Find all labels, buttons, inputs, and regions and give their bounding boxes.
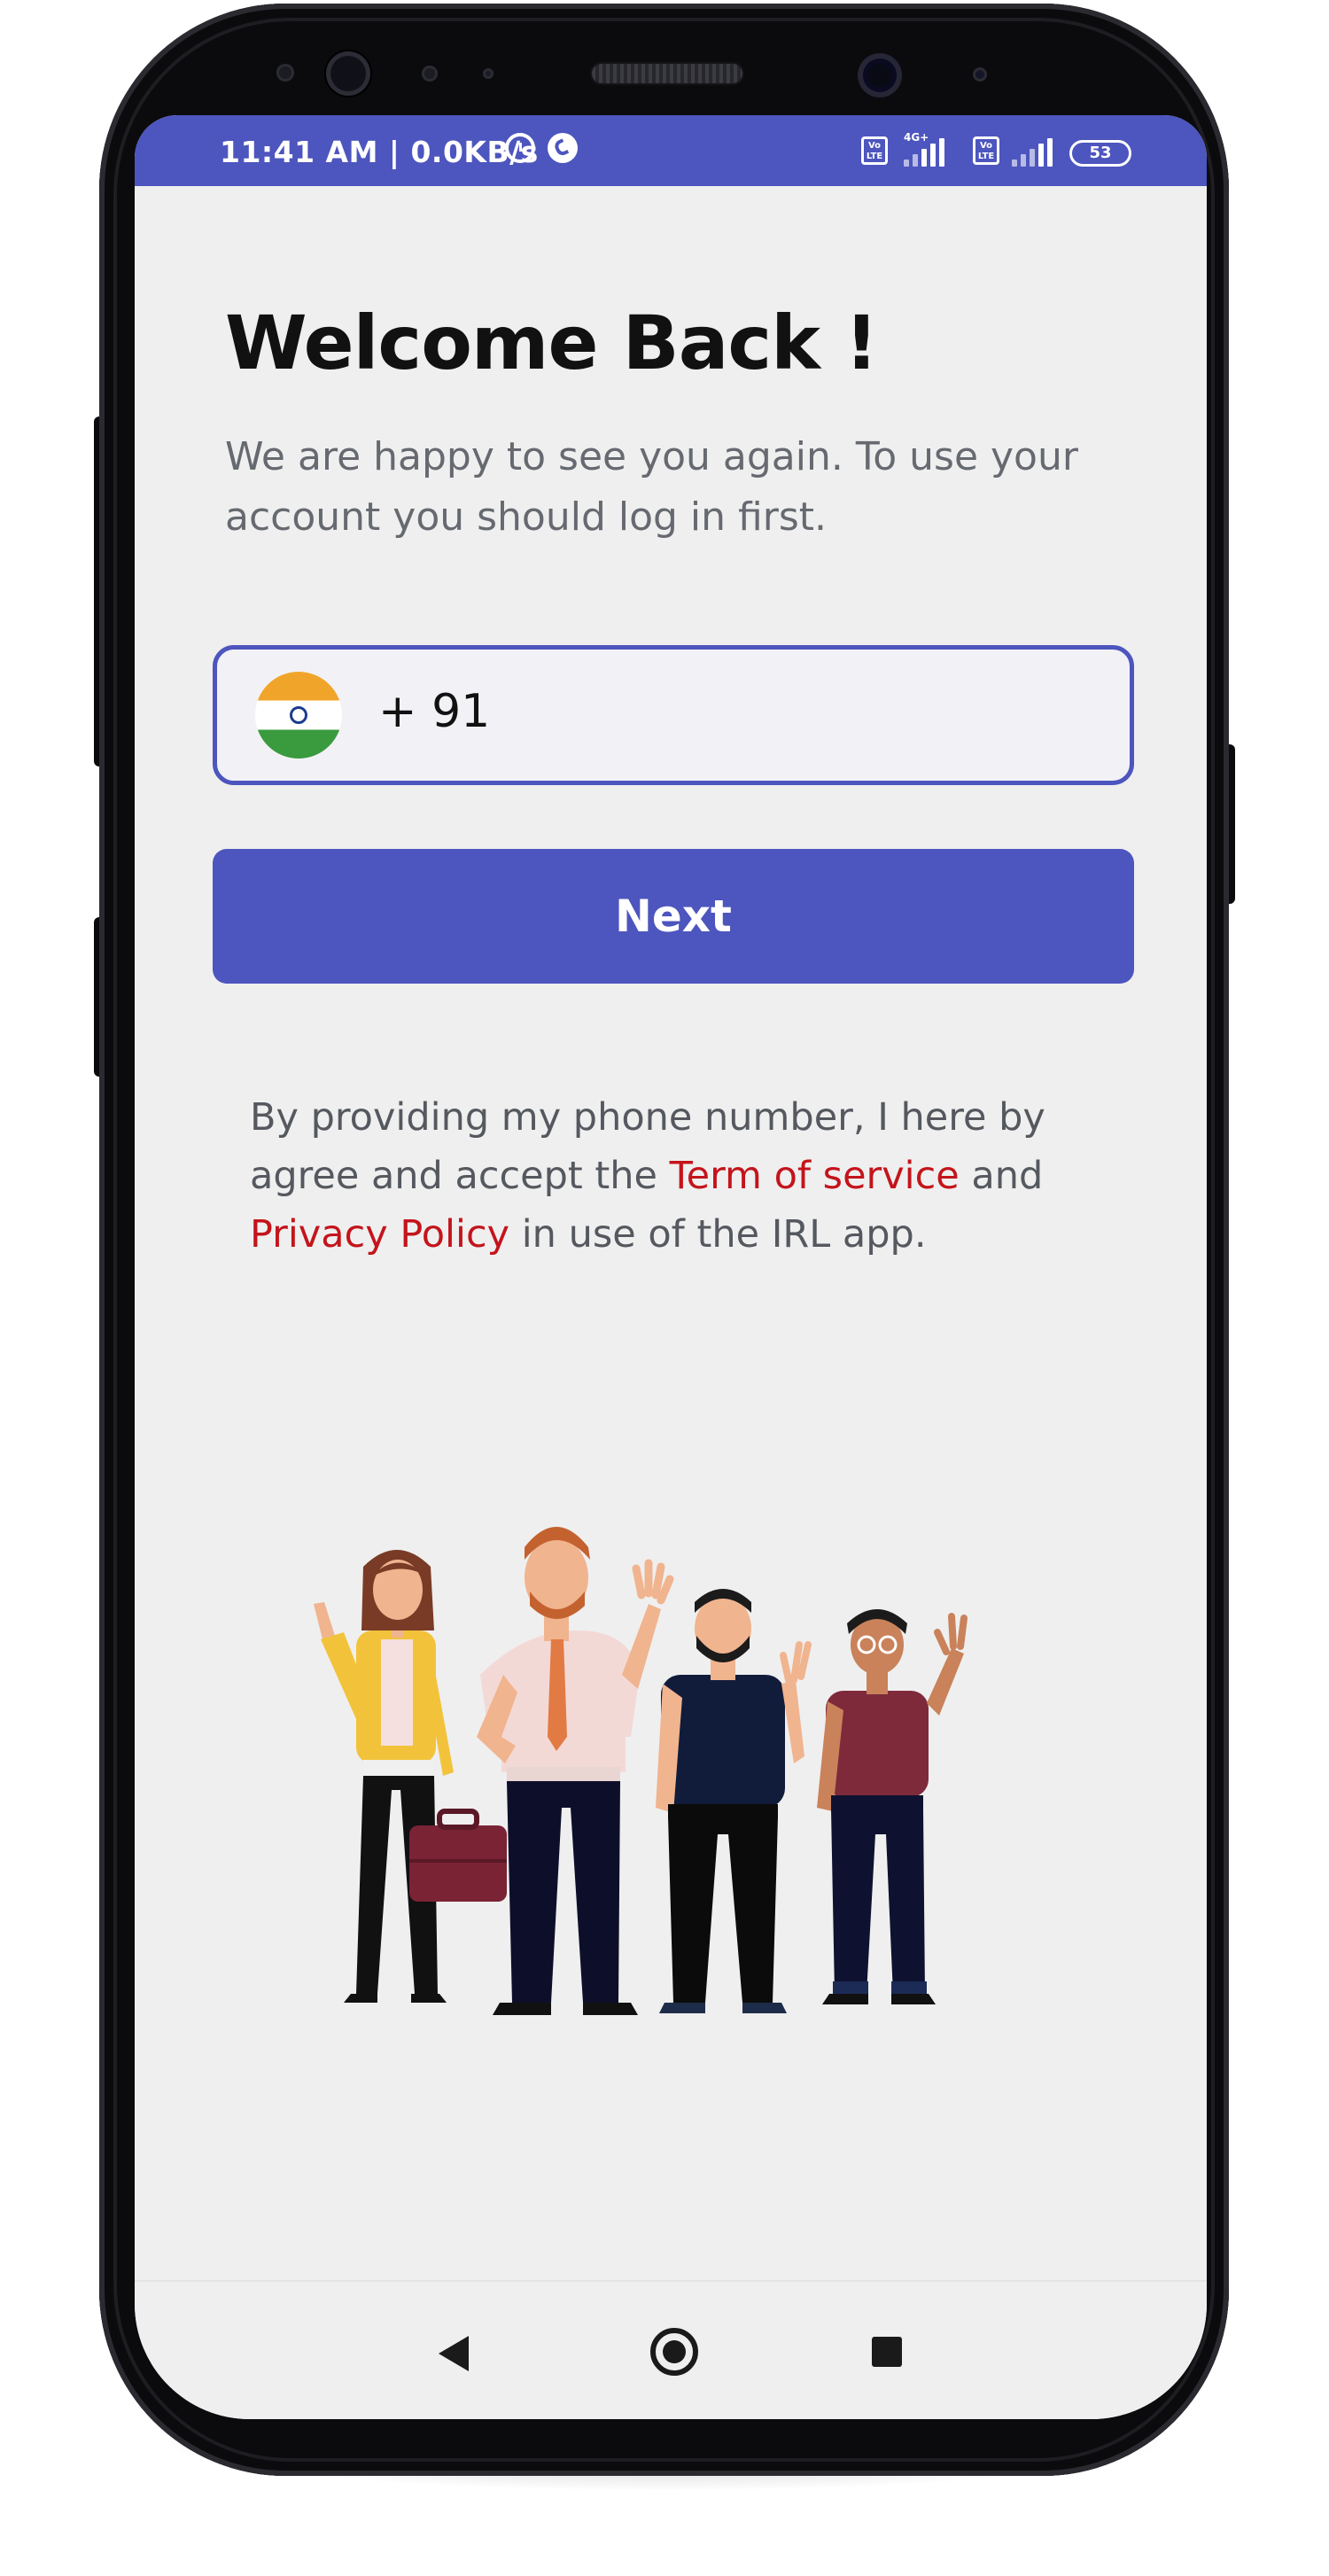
call-icon [548, 133, 578, 163]
signal-icon [904, 135, 948, 167]
iris-camera-icon [326, 51, 370, 96]
front-camera-icon [858, 53, 902, 97]
status-bar: 11:41 AM | 0.0KB/s Vo LTE 4G+ Vo LTE 53 [135, 115, 1207, 186]
people-illustration [314, 1527, 968, 2015]
terms-text: By providing my phone number, I here by … [250, 1088, 1127, 1264]
man-with-tie [477, 1527, 674, 2015]
page-title: Welcome Back ! [225, 300, 879, 386]
bearded-man [656, 1589, 812, 2013]
terms-of-service-link[interactable]: Term of service [670, 1154, 960, 1198]
country-code[interactable]: + 91 [378, 685, 490, 738]
alarm-icon [505, 133, 535, 163]
sensor-icon [422, 66, 438, 82]
volte-icon: Vo LTE [973, 136, 999, 165]
phone-number-field[interactable]: + 91 [213, 645, 1134, 785]
signal-icon [1012, 135, 1056, 167]
india-flag-icon[interactable] [255, 672, 342, 759]
woman-with-briefcase [314, 1550, 507, 2003]
earpiece-speaker [592, 64, 742, 83]
back-icon[interactable] [439, 2336, 469, 2371]
terms-mid: and [959, 1154, 1044, 1198]
terms-suffix: in use of the IRL app. [509, 1212, 927, 1257]
phone-number-input[interactable] [483, 674, 1107, 761]
android-nav-bar [135, 2280, 1207, 2419]
battery-icon: 53 [1069, 140, 1131, 167]
status-time: 11:41 AM | 0.0KB/s [220, 135, 539, 169]
app-screen: 11:41 AM | 0.0KB/s Vo LTE 4G+ Vo LTE 53 … [135, 115, 1207, 2419]
woman-with-glasses [817, 1609, 968, 2004]
volte-icon: Vo LTE [861, 136, 888, 165]
sensor-icon [276, 64, 294, 82]
next-button[interactable]: Next [213, 849, 1134, 984]
sensor-icon [973, 67, 987, 82]
privacy-policy-link[interactable]: Privacy Policy [250, 1212, 509, 1257]
recents-icon[interactable] [872, 2337, 902, 2367]
sensor-icon [483, 68, 494, 79]
page-subtitle: We are happy to see you again. To use yo… [225, 434, 1078, 540]
home-icon[interactable] [650, 2328, 698, 2376]
